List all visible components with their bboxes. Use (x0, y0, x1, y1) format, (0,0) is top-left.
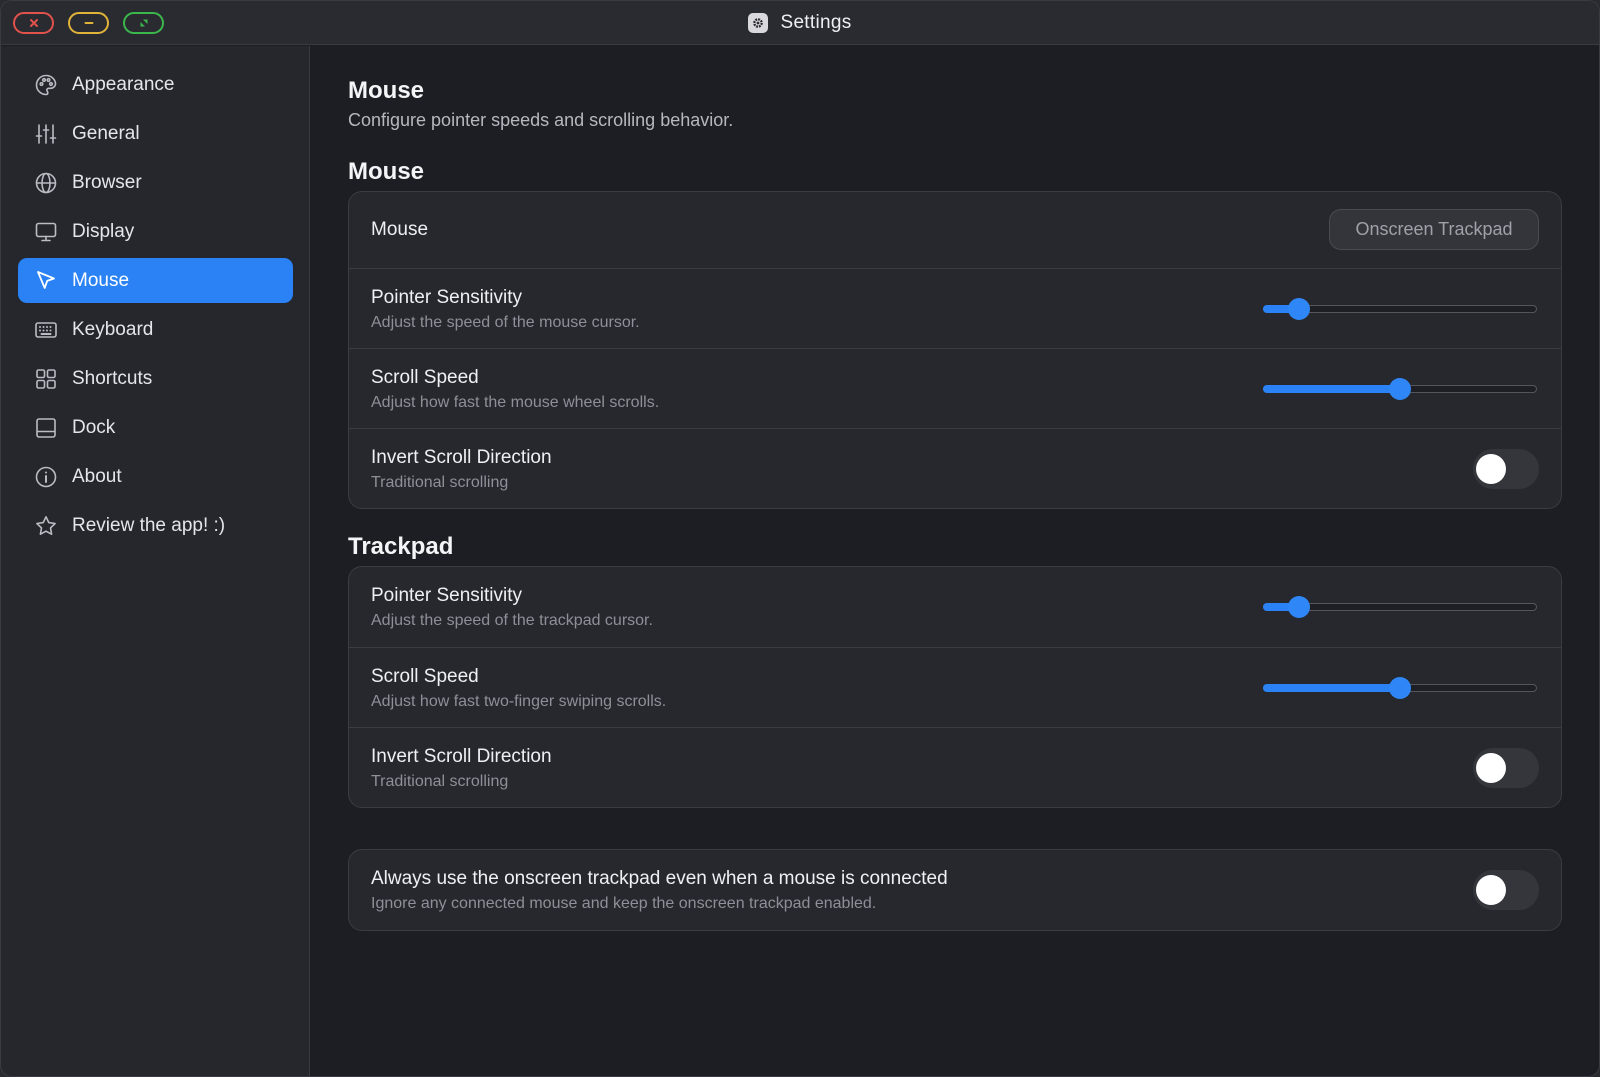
mouse-pointer-sensitivity-slider[interactable] (1263, 298, 1537, 320)
slider-fill (1263, 385, 1400, 393)
cursor-icon (37, 270, 55, 289)
mouse-pointer-sensitivity-row: Pointer Sensitivity Adjust the speed of … (349, 268, 1561, 348)
mouse-settings-card: Mouse Onscreen Trackpad Pointer Sensitiv… (348, 191, 1562, 509)
setting-label: Pointer Sensitivity (371, 287, 523, 308)
mouse-scroll-speed-slider[interactable] (1263, 378, 1537, 400)
setting-description: Adjust the speed of the mouse cursor. (371, 314, 640, 331)
sliders-icon (35, 123, 57, 144)
always-onscreen-row: Always use the onscreen trackpad even wh… (349, 850, 1561, 930)
sidebar-item-label: About (72, 465, 122, 487)
sidebar-item-dock[interactable]: Dock (18, 405, 293, 450)
trackpad-pointer-sensitivity-slider[interactable] (1263, 596, 1537, 618)
window-title-group: Settings (1, 1, 1599, 45)
sidebar-item-label: General (72, 122, 140, 144)
setting-label: Invert Scroll Direction (371, 746, 552, 767)
sidebar-item-label: Display (72, 220, 135, 242)
slider-thumb[interactable] (1287, 596, 1310, 618)
trackpad-invert-scroll-toggle[interactable] (1473, 748, 1539, 788)
settings-window: Settings Appearance General Browser Disp… (0, 0, 1600, 1077)
setting-description: Adjust how fast two-finger swiping scrol… (371, 693, 667, 710)
setting-label: Scroll Speed (371, 666, 479, 687)
trackpad-invert-scroll-row: Invert Scroll Direction Traditional scro… (349, 727, 1561, 807)
setting-label: Invert Scroll Direction (371, 447, 552, 468)
sidebar-item-about[interactable]: About (18, 454, 293, 499)
monitor-icon (35, 222, 57, 241)
mouse-invert-scroll-row: Invert Scroll Direction Traditional scro… (349, 428, 1561, 508)
sidebar-item-label: Mouse (72, 269, 130, 291)
trackpad-section-title: Trackpad (348, 533, 454, 560)
setting-label: Always use the onscreen trackpad even wh… (371, 868, 948, 889)
sidebar-item-general[interactable]: General (18, 111, 293, 156)
mouse-device-label: Mouse (371, 219, 429, 240)
sidebar-item-mouse[interactable]: Mouse (18, 258, 293, 303)
sidebar-item-browser[interactable]: Browser (18, 160, 293, 205)
sidebar-item-label: Keyboard (72, 318, 154, 340)
trackpad-scroll-speed-row: Scroll Speed Adjust how fast two-finger … (349, 647, 1561, 727)
slider-fill (1263, 684, 1400, 692)
trackpad-scroll-speed-slider[interactable] (1263, 677, 1537, 699)
keyboard-icon (35, 321, 57, 338)
sidebar-item-display[interactable]: Display (18, 209, 293, 254)
main-content: Mouse Configure pointer speeds and scrol… (311, 46, 1599, 1076)
star-icon (36, 515, 56, 535)
toggle-knob (1476, 454, 1506, 484)
setting-description: Adjust the speed of the trackpad cursor. (371, 612, 653, 629)
setting-description: Ignore any connected mouse and keep the … (371, 895, 877, 912)
sidebar: Appearance General Browser Display Mouse… (1, 46, 310, 1076)
sidebar-item-appearance[interactable]: Appearance (18, 62, 293, 107)
page-subtitle: Configure pointer speeds and scrolling b… (348, 110, 734, 130)
mouse-invert-scroll-toggle[interactable] (1473, 449, 1539, 489)
sidebar-item-label: Browser (72, 171, 142, 193)
slider-thumb[interactable] (1389, 378, 1411, 400)
setting-label: Scroll Speed (371, 367, 479, 388)
sidebar-item-label: Appearance (72, 73, 175, 95)
trackpad-pointer-sensitivity-row: Pointer Sensitivity Adjust the speed of … (349, 567, 1561, 647)
title-bar: Settings (1, 1, 1599, 45)
toggle-knob (1476, 875, 1506, 905)
setting-label: Pointer Sensitivity (371, 585, 523, 606)
globe-icon (35, 172, 57, 193)
setting-description: Adjust how fast the mouse wheel scrolls. (371, 394, 660, 411)
sidebar-item-keyboard[interactable]: Keyboard (18, 307, 293, 352)
dock-icon (36, 417, 56, 438)
palette-icon (35, 74, 57, 95)
sidebar-item-review[interactable]: Review the app! :) (18, 503, 293, 548)
setting-description: Traditional scrolling (371, 474, 509, 491)
sidebar-item-label: Shortcuts (72, 367, 153, 389)
always-onscreen-card: Always use the onscreen trackpad even wh… (348, 849, 1562, 931)
sidebar-item-shortcuts[interactable]: Shortcuts (18, 356, 293, 401)
page-title: Mouse (348, 77, 425, 104)
sidebar-item-label: Dock (72, 416, 116, 438)
info-icon (35, 466, 57, 487)
always-onscreen-trackpad-toggle[interactable] (1473, 870, 1539, 910)
toggle-knob (1476, 753, 1506, 783)
slider-thumb[interactable] (1389, 677, 1411, 699)
onscreen-trackpad-button[interactable]: Onscreen Trackpad (1329, 209, 1539, 250)
gear-icon (748, 13, 769, 33)
grid-icon (36, 368, 56, 389)
mouse-section-title: Mouse (348, 158, 425, 185)
mouse-scroll-speed-row: Scroll Speed Adjust how fast the mouse w… (349, 348, 1561, 428)
sidebar-item-label: Review the app! :) (72, 514, 226, 536)
setting-description: Traditional scrolling (371, 773, 509, 790)
slider-thumb[interactable] (1287, 298, 1310, 320)
mouse-device-row: Mouse Onscreen Trackpad (349, 192, 1561, 268)
trackpad-settings-card: Pointer Sensitivity Adjust the speed of … (348, 566, 1562, 808)
window-title: Settings (780, 12, 852, 33)
